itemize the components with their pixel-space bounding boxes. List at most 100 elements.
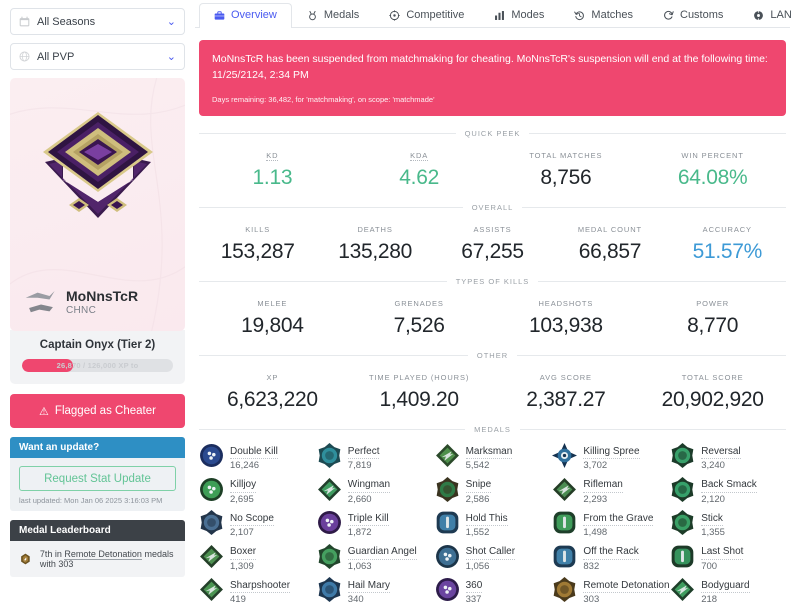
medal-item[interactable]: Triple Kill 1,872 (317, 508, 433, 538)
stat-value: 6,623,220 (227, 387, 318, 411)
medal-name: Shot Caller (465, 546, 516, 560)
medal-item[interactable]: From the Grave 1,498 (552, 508, 668, 538)
medal-count: 218 (701, 594, 718, 605)
back-smack-icon (670, 476, 695, 502)
medal-item[interactable]: Rifleman 2,293 (552, 474, 668, 505)
medal-leaderboard-header: Medal Leaderboard (10, 520, 185, 541)
medal-item[interactable]: Double Kill 16,246 (199, 441, 315, 471)
tab-bar: Overview Medals Competitive Modes Matches Cus… (195, 0, 792, 28)
player-card: MoNnsTcR CHNC (10, 78, 185, 331)
stat-xp: XP 6,623,220 (199, 367, 346, 412)
season-filter-label: All Seasons (37, 15, 96, 28)
bodyguard-icon (670, 577, 695, 602)
tab-overview[interactable]: Overview (199, 3, 292, 28)
stat-label: AVG SCORE (539, 372, 592, 382)
360-icon (435, 577, 460, 602)
medal-item[interactable]: Shot Caller 1,056 (435, 541, 551, 572)
medal-item[interactable]: Sharpshooter 419 (199, 575, 315, 605)
medal-count: 5,542 (465, 460, 490, 472)
killjoy-icon (199, 477, 224, 502)
section-header-other: OTHER (199, 351, 786, 360)
tab-matches[interactable]: Matches (559, 3, 648, 27)
chevron-down-icon: ⌄ (166, 16, 176, 28)
medal-item[interactable]: Perfect 7,819 (317, 441, 433, 472)
suspension-alert-sub: Days remaining: 36,482, for 'matchmaking… (212, 94, 435, 104)
stat-label[interactable]: KDA (410, 151, 429, 161)
stat-row: MELEE 19,804 GRENADES 7,526 HEADSHOTS 103,938… (199, 293, 786, 338)
request-stat-update-button[interactable]: Request Stat Update (19, 466, 176, 491)
pvp-filter-select[interactable]: All PVP ⌄ (10, 43, 185, 70)
reversal-icon (670, 443, 695, 469)
medal-count: 1,063 (347, 560, 372, 572)
medal-item[interactable]: 360 337 (435, 575, 551, 605)
tab-lan[interactable]: LAN (738, 3, 800, 27)
tab-medals[interactable]: Medals (292, 3, 374, 27)
medal-item[interactable]: Reversal 3,240 (670, 441, 786, 471)
medal-item[interactable]: Off the Rack 832 (552, 541, 668, 572)
medal-item[interactable]: Marksman 5,542 (435, 441, 551, 472)
stat-label: ASSISTS (473, 224, 512, 234)
briefcase-icon (214, 10, 225, 21)
medal-count: 7,819 (347, 460, 372, 472)
tab-modes[interactable]: Modes (479, 3, 559, 27)
medal-item[interactable]: Back Smack 2,120 (670, 474, 786, 505)
stat-row: KD 1.13 KDA 4.62 TOTAL MATCHES 8,756 WIN PERCE… (199, 145, 786, 190)
stat-headshots: HEADSHOTS 103,938 (493, 293, 640, 338)
medal-item[interactable]: Remote Detonation 303 (552, 575, 670, 605)
stat-time-played-hours: TIME PLAYED (HOURS) 1,409.20 (346, 367, 493, 412)
medal-item[interactable]: Killing Spree 3,702 (552, 441, 668, 471)
player-nameplate: MoNnsTcR CHNC (24, 287, 175, 317)
medal-leaderboard-link[interactable]: Remote Detonation (64, 549, 142, 560)
medal-item[interactable]: Hail Mary 340 (317, 575, 433, 605)
suspension-alert: MoNnsTcR has been suspended from matchma… (199, 40, 786, 116)
medal-item[interactable]: Killjoy 2,695 (199, 474, 315, 505)
stat-kd: KD 1.13 (199, 145, 346, 190)
stat-label: DEATHS (357, 224, 393, 234)
xp-progress-label: 26,870 / 126,000 XP to (56, 361, 139, 370)
medal-item[interactable]: Last Shot 700 (670, 541, 786, 572)
season-filter-select[interactable]: All Seasons ⌄ (10, 8, 185, 35)
medal-name: Reversal (701, 446, 741, 460)
suspension-alert-message: MoNnsTcR has been suspended from matchma… (212, 53, 768, 82)
medal-name: Last Shot (701, 546, 744, 560)
triple-kill-icon (317, 510, 342, 535)
stat-value: 4.62 (399, 165, 439, 189)
tab-customs[interactable]: Customs (648, 3, 738, 27)
snipe-icon (435, 476, 460, 502)
medal-item[interactable]: Snipe 2,586 (435, 474, 551, 505)
medal-count: 1,355 (701, 527, 725, 539)
last-shot-icon (670, 544, 695, 569)
medal-item[interactable]: No Scope 2,107 (199, 508, 315, 538)
tab-competitive[interactable]: Competitive (374, 3, 479, 27)
medal-name: Killing Spree (583, 446, 640, 460)
stat-label: MEDAL COUNT (577, 224, 643, 234)
double-kill-icon (199, 443, 224, 468)
stat-win-percent: WIN PERCENT 64.08% (639, 145, 786, 190)
calendar-icon (19, 16, 30, 27)
section-title: QUICK PEEK (464, 128, 521, 138)
medal-item[interactable]: Stick 1,355 (670, 508, 786, 539)
stat-label: POWER (696, 298, 730, 308)
medal-item[interactable]: Wingman 2,660 (317, 474, 433, 505)
section-title: TYPES OF KILLS (455, 276, 530, 286)
medal-item[interactable]: Guardian Angel 1,063 (317, 541, 433, 572)
medal-item[interactable]: Hold This 1,552 (435, 508, 551, 538)
medal-name: Stick (701, 513, 723, 527)
guardian-angel-icon (317, 543, 342, 569)
stat-value: 67,255 (461, 239, 524, 263)
medal-name: Bodyguard (701, 580, 750, 594)
player-name: MoNnsTcR (66, 288, 139, 305)
hold-this-icon (435, 510, 460, 535)
tab-label: Customs (680, 9, 724, 21)
stat-medal-count: MEDAL COUNT 66,857 (551, 219, 668, 264)
medal-item[interactable]: Boxer 1,309 (199, 541, 315, 572)
stat-label[interactable]: KD (266, 151, 279, 161)
main-content: Overview Medals Competitive Modes Matches Cus… (195, 0, 800, 605)
stat-row: KILLS 153,287 DEATHS 135,280 ASSISTS 67,255 ME… (199, 219, 786, 264)
medal-icon (307, 10, 318, 21)
medal-item[interactable]: Bodyguard 218 (670, 575, 786, 605)
killing-spree-icon (552, 443, 578, 469)
chevron-down-icon: ⌄ (166, 51, 176, 63)
xp-progress-bar: 26,870 / 126,000 XP to (22, 359, 173, 372)
stat-value: 66,857 (578, 239, 642, 263)
